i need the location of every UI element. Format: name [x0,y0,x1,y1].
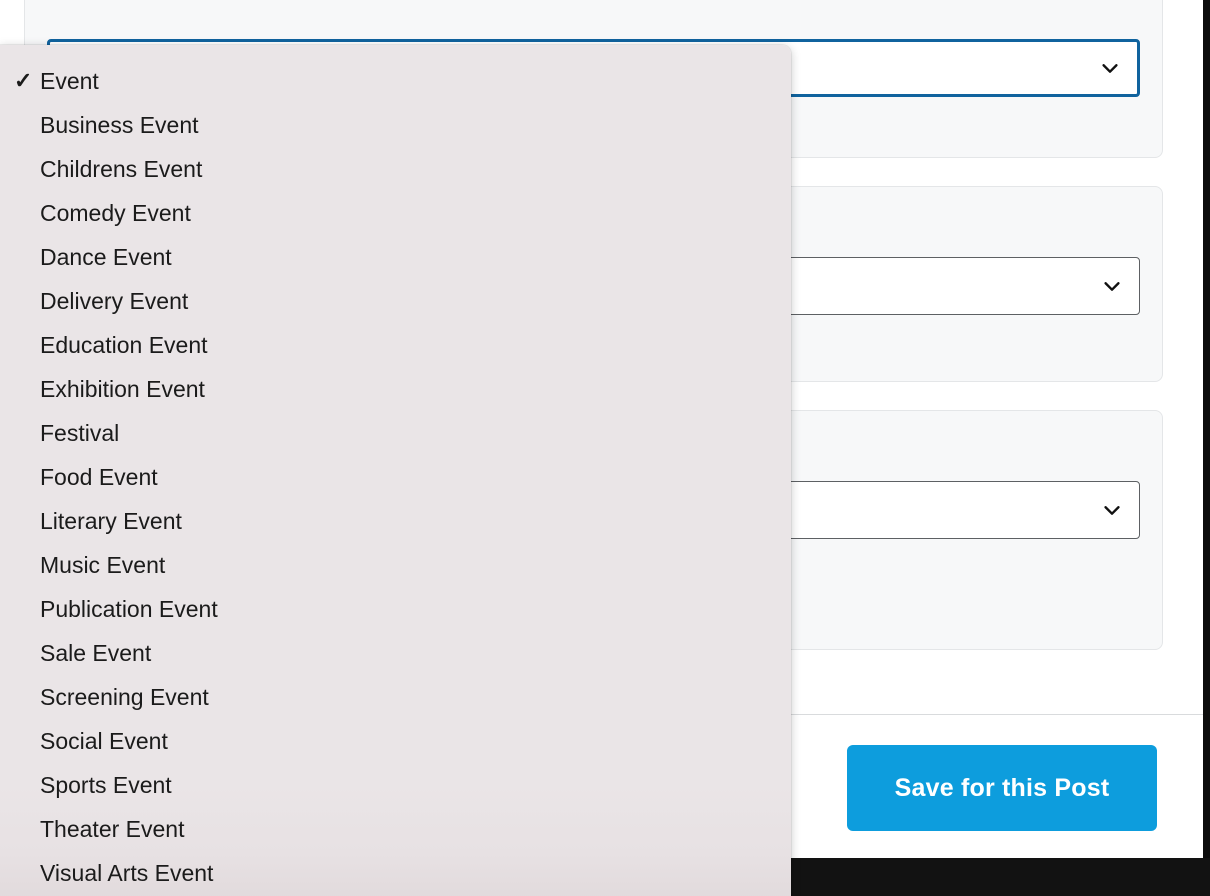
dropdown-option[interactable]: ✓Publication Event [0,587,791,631]
dropdown-option-label: Sports Event [40,772,172,798]
chevron-down-icon [1101,275,1123,297]
dropdown-option[interactable]: ✓Social Event [0,719,791,763]
dropdown-option-label: Sale Event [40,640,152,666]
dropdown-option-label: Festival [40,420,120,446]
dropdown-option[interactable]: ✓ Event [0,59,791,103]
dropdown-option-label: Theater Event [40,816,185,842]
dropdown-option[interactable]: ✓Food Event [0,455,791,499]
dropdown-option[interactable]: ✓Dance Event [0,235,791,279]
dropdown-option-label: Social Event [40,728,168,754]
page-backdrop-right [1203,0,1210,896]
check-icon: ✓ [14,68,33,93]
dropdown-option-label: Exhibition Event [40,376,205,402]
chevron-down-icon [1099,57,1121,79]
dropdown-option[interactable]: ✓Music Event [0,543,791,587]
dropdown-option-label: Visual Arts Event [40,860,214,886]
save-for-this-post-button[interactable]: Save for this Post [847,745,1157,831]
dropdown-option-label: Music Event [40,552,166,578]
dropdown-option-label: Event [40,68,99,94]
chevron-down-icon [1101,499,1123,521]
dropdown-option[interactable]: ✓Screening Event [0,675,791,719]
dropdown-option[interactable]: ✓Comedy Event [0,191,791,235]
dropdown-option[interactable]: ✓Theater Event [0,807,791,851]
dropdown-option[interactable]: ✓Education Event [0,323,791,367]
dropdown-option-label: Education Event [40,332,208,358]
dropdown-option[interactable]: ✓Business Event [0,103,791,147]
dropdown-option[interactable]: ✓Delivery Event [0,279,791,323]
dropdown-option[interactable]: ✓Childrens Event [0,147,791,191]
event-type-dropdown-popup[interactable]: ✓ Event ✓Business Event✓Childrens Event✓Co… [0,45,791,896]
dropdown-option-label: Literary Event [40,508,182,534]
dropdown-option-label: Food Event [40,464,158,490]
dropdown-option-label: Comedy Event [40,200,191,226]
field-label-event-type: Event Type [45,0,156,1]
dropdown-option-label: Dance Event [40,244,172,270]
dropdown-option[interactable]: ✓Festival [0,411,791,455]
dropdown-option-label: Delivery Event [40,288,189,314]
event-type-option-list: ✓ Event ✓Business Event✓Childrens Event✓Co… [0,45,791,895]
dropdown-option[interactable]: ✓Sports Event [0,763,791,807]
dropdown-option-label: Business Event [40,112,199,138]
dropdown-option[interactable]: ✓Sale Event [0,631,791,675]
dropdown-option[interactable]: ✓Exhibition Event [0,367,791,411]
dropdown-option-label: Screening Event [40,684,209,710]
dropdown-option[interactable]: ✓Literary Event [0,499,791,543]
dropdown-option[interactable]: ✓Visual Arts Event [0,851,791,895]
dropdown-option-label: Publication Event [40,596,218,622]
dropdown-option-label: Childrens Event [40,156,203,182]
